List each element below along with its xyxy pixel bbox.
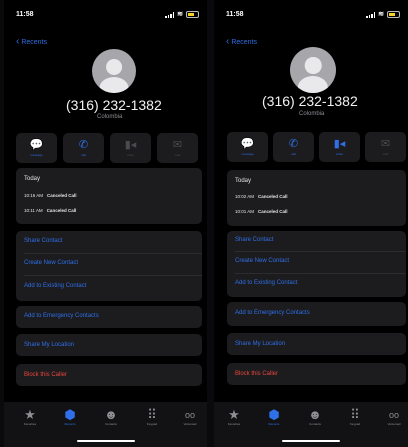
battery-icon (186, 11, 199, 18)
block-section: Block this Caller (16, 364, 202, 386)
history-day: Today (24, 176, 41, 182)
status-time: 11:58 (16, 11, 34, 18)
status-bar: 11:58 ≋ (226, 11, 400, 21)
video-button: ▮◂ video (110, 133, 151, 163)
keypad-icon: ⠿ (147, 407, 157, 422)
home-indicator[interactable] (76, 440, 135, 442)
create-contact-button[interactable]: Create New Contact (235, 258, 289, 264)
mail-button: ✉ mail (365, 132, 406, 162)
avatar (92, 49, 136, 93)
clock-icon: ⬢ (64, 407, 76, 422)
tab-contacts[interactable]: ☻ Contacts (303, 407, 327, 427)
tab-voicemail[interactable]: oo Voicemail (178, 408, 202, 426)
contact-options: Share Contact Create New Contact Add to … (227, 231, 406, 297)
block-caller-button[interactable]: Block this Caller (24, 372, 67, 378)
tab-voicemail[interactable]: oo Voicemail (382, 408, 406, 426)
signal-icon (165, 11, 175, 18)
block-section: Block this Caller (227, 363, 406, 385)
add-emergency-contacts-button[interactable]: Add to Emergency Contacts (235, 310, 310, 316)
star-icon: ★ (228, 407, 240, 422)
history-row: 10:02 AM Canceled Call (235, 194, 288, 199)
wifi-icon: ≋ (378, 11, 384, 18)
tab-contacts[interactable]: ☻ Contacts (99, 407, 123, 427)
battery-icon (387, 11, 400, 18)
back-label: Recents (21, 39, 48, 46)
tab-favorites[interactable]: ★ Favorites (18, 407, 42, 427)
back-button[interactable]: ‹ Recents (16, 36, 47, 47)
person-icon: ☻ (104, 407, 118, 422)
location-section: Share My Location (16, 334, 202, 356)
share-location-button[interactable]: Share My Location (235, 341, 285, 347)
chevron-left-icon: ‹ (226, 36, 230, 47)
history-row: 10:11 AM Canceled Call (24, 208, 77, 213)
call-history: Today 10:02 AM Canceled Call 10:01 AM Canc… (227, 170, 406, 226)
share-contact-button[interactable]: Share Contact (235, 237, 273, 243)
emergency-section: Add to Emergency Contacts (16, 306, 202, 328)
video-icon: ▮◂ (333, 137, 346, 150)
video-button[interactable]: ▮◂ video (319, 132, 360, 162)
video-icon: ▮◂ (124, 138, 137, 151)
message-icon: 💬 (29, 138, 44, 151)
keypad-icon: ⠿ (350, 407, 360, 422)
number-location: Colombia (97, 114, 123, 120)
call-button[interactable]: ✆ call (63, 133, 104, 163)
history-row: 10:01 AM Canceled Call (235, 209, 288, 214)
wifi-icon: ≋ (177, 11, 183, 18)
action-buttons: 💬 message ✆ call ▮◂ video ✉ mail (16, 133, 198, 163)
tab-bar: ★ Favorites ⬢ Recents ☻ Contacts ⠿ Keypad oo… (4, 402, 207, 447)
tab-recents[interactable]: ⬢ Recents (262, 407, 286, 427)
message-button[interactable]: 💬 message (16, 133, 57, 163)
location-section: Share My Location (227, 333, 406, 355)
mail-button: ✉ mail (157, 133, 198, 163)
home-indicator[interactable] (282, 440, 340, 442)
action-buttons: 💬 message ✆ call ▮◂ video ✉ mail (227, 132, 406, 162)
tab-recents[interactable]: ⬢ Recents (58, 407, 82, 427)
message-icon: 💬 (240, 137, 255, 150)
number-location: Colombia (299, 111, 325, 117)
contact-options: Share Contact Create New Contact Add to … (16, 231, 202, 301)
voicemail-icon: oo (184, 410, 195, 420)
mail-icon: ✉ (172, 138, 183, 151)
avatar (290, 47, 336, 93)
emergency-section: Add to Emergency Contacts (227, 302, 406, 326)
history-day: Today (235, 178, 252, 184)
phone-number: (316) 232-1382 (262, 93, 358, 109)
share-location-button[interactable]: Share My Location (24, 342, 74, 348)
call-button[interactable]: ✆ call (273, 132, 314, 162)
back-label: Recents (231, 39, 258, 46)
signal-icon (366, 11, 376, 18)
status-time: 11:58 (226, 11, 244, 18)
voicemail-icon: oo (388, 410, 399, 420)
message-button[interactable]: 💬 message (227, 132, 268, 162)
phone-number: (316) 232-1382 (66, 97, 162, 113)
block-caller-button[interactable]: Block this Caller (235, 371, 278, 377)
phone-screen-left: 11:58 ≋ ‹ Recents (316) 232-1382 Colombia… (4, 0, 207, 447)
tab-bar: ★ Favorites ⬢ Recents ☻ Contacts ⠿ Keypad oo… (214, 402, 408, 447)
tab-keypad[interactable]: ⠿ Keypad (140, 407, 164, 427)
tab-keypad[interactable]: ⠿ Keypad (343, 407, 367, 427)
phone-screen-right: 11:58 ≋ ‹ Recents (316) 232-1382 Colombia… (214, 0, 408, 447)
clock-icon: ⬢ (268, 407, 280, 422)
star-icon: ★ (24, 407, 36, 422)
phone-icon: ✆ (78, 138, 89, 151)
add-existing-contact-button[interactable]: Add to Existing Contact (24, 283, 86, 289)
status-bar: 11:58 ≋ (16, 11, 199, 21)
chevron-left-icon: ‹ (16, 36, 20, 47)
create-contact-button[interactable]: Create New Contact (24, 260, 78, 266)
tab-favorites[interactable]: ★ Favorites (222, 407, 246, 427)
share-contact-button[interactable]: Share Contact (24, 238, 62, 244)
add-emergency-contacts-button[interactable]: Add to Emergency Contacts (24, 313, 99, 319)
back-button[interactable]: ‹ Recents (226, 36, 257, 47)
phone-icon: ✆ (288, 137, 299, 150)
mail-icon: ✉ (380, 137, 391, 150)
history-row: 10:16 AM Canceled Call (24, 193, 77, 198)
person-icon: ☻ (308, 407, 322, 422)
add-existing-contact-button[interactable]: Add to Existing Contact (235, 280, 297, 286)
call-history: Today 10:16 AM Canceled Call 10:11 AM Canc… (16, 168, 202, 224)
